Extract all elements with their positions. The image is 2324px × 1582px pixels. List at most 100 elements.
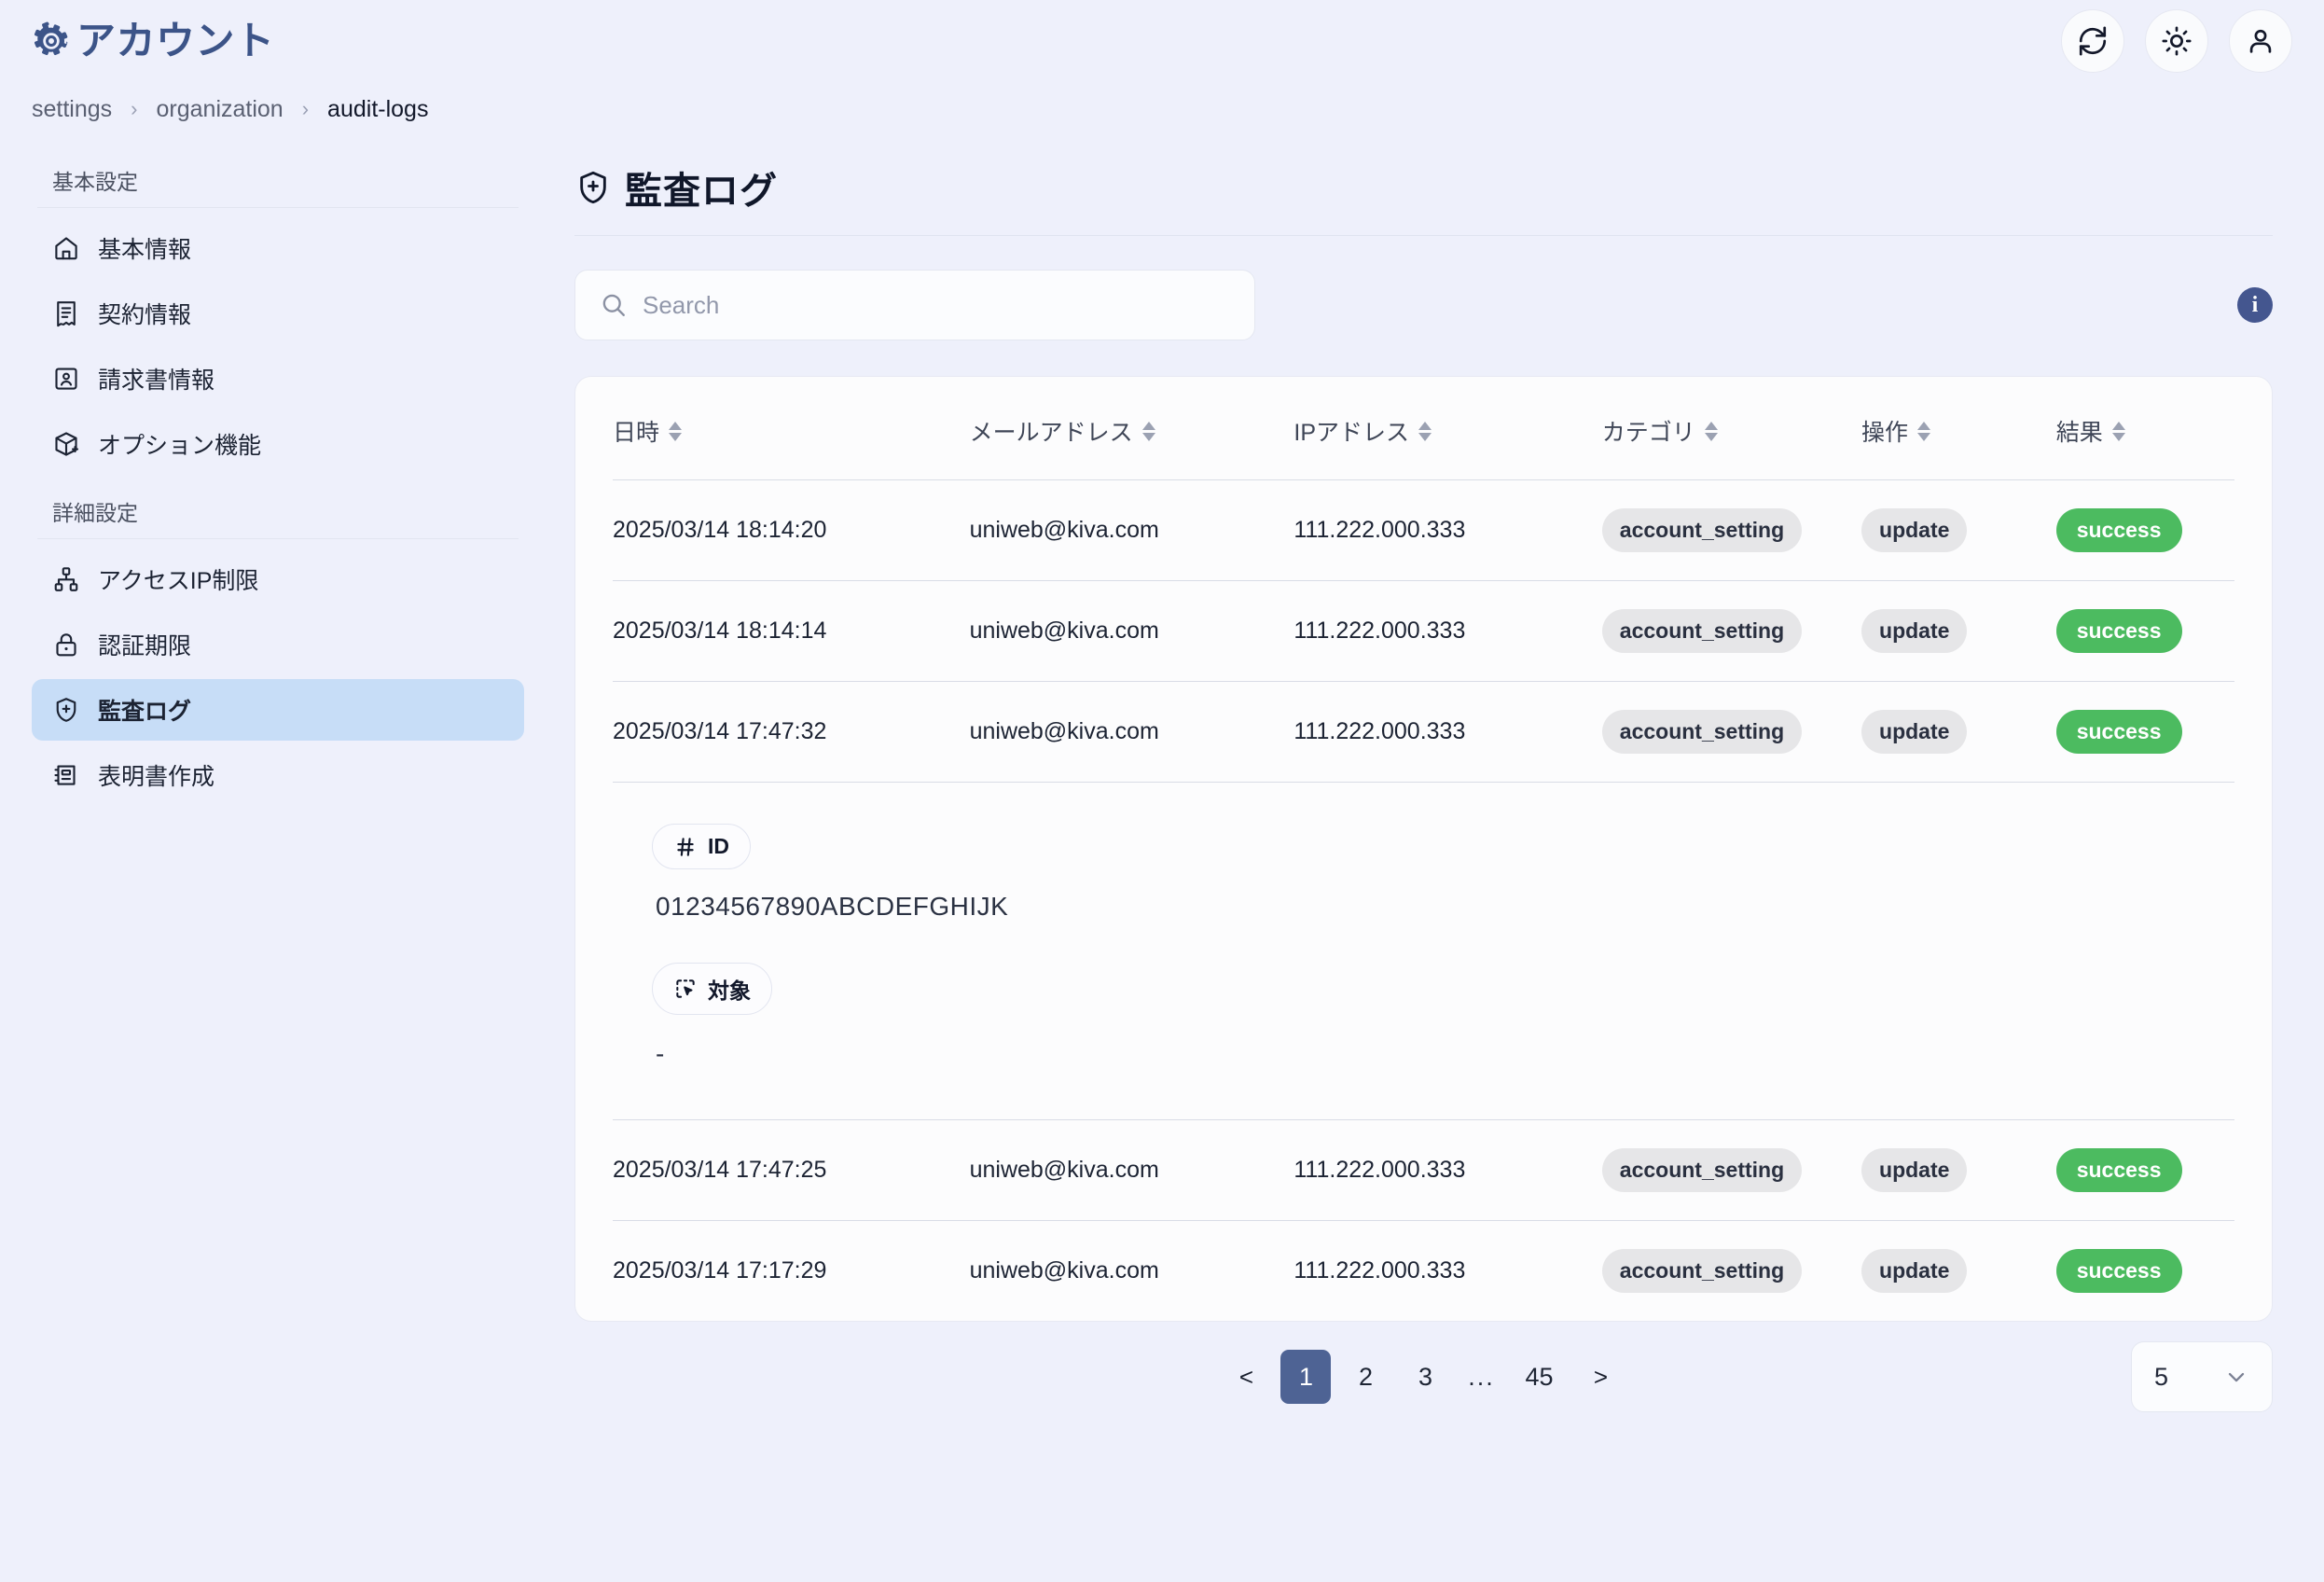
table-row[interactable]: 2025/03/14 17:47:32 uniweb@kiva.com 111.… (613, 681, 2234, 783)
lock-icon (52, 631, 80, 659)
cell-email: uniweb@kiva.com (969, 1257, 1159, 1284)
sidebar-item-access-ip-restriction[interactable]: アクセスIP制限 (32, 548, 524, 610)
page-size-value: 5 (2154, 1362, 2169, 1391)
receipt-icon (52, 299, 80, 327)
page-title-row: 監査ログ (574, 149, 2273, 235)
cell-datetime: 2025/03/14 17:47:25 (613, 1119, 970, 1221)
cell-result: success (2055, 1221, 2234, 1322)
account-button[interactable] (2229, 9, 2292, 73)
sidebar-item-label: 認証期限 (98, 633, 192, 659)
user-icon (2245, 25, 2276, 57)
pagination-ellipsis: ... (1468, 1362, 1495, 1391)
breadcrumb-separator: › (301, 97, 310, 120)
sort-icon[interactable] (1704, 421, 1718, 441)
operation-badge: update (1861, 1148, 1968, 1192)
pagination-row: < 1 2 3 ... 45 > 5 (574, 1327, 2273, 1426)
audit-log-table-card: 日時 メールアドレス IPアドレス カテゴリ 操作 結果 2025/03/14 … (574, 376, 2273, 1322)
sidebar: 基本設定 基本情報 契約情報 請求書情報 オプション機能 詳細設定 アクセスIP… (0, 136, 556, 1582)
table-row-expanded-detail: ID 01234567890ABCDEFGHIJK 対象 - (613, 782, 2234, 1120)
status-badge: success (2055, 508, 2182, 552)
app-title: アカウント (76, 19, 275, 62)
column-header-label: カテゴリ (1601, 420, 1695, 446)
sidebar-item-audit-logs[interactable]: 監査ログ (32, 679, 524, 741)
cell-operation: update (1861, 1221, 2056, 1322)
breadcrumb-separator: › (131, 97, 138, 120)
table-row[interactable]: 2025/03/14 18:14:20 uniweb@kiva.com 111.… (613, 479, 2234, 581)
cell-result: success (2055, 580, 2234, 682)
column-header-operation[interactable]: 操作 (1861, 377, 2056, 480)
sort-icon[interactable] (1418, 421, 1432, 441)
pagination-page-2[interactable]: 2 (1340, 1350, 1390, 1404)
category-badge: account_setting (1601, 1148, 1803, 1192)
cell-category: account_setting (1601, 580, 1862, 682)
sort-icon[interactable] (1917, 421, 1931, 441)
cell-category: account_setting (1601, 1119, 1862, 1221)
column-header-label: メールアドレス (969, 420, 1133, 446)
sidebar-item-basic-info[interactable]: 基本情報 (32, 217, 524, 279)
cell-operation: update (1861, 580, 2056, 682)
sidebar-item-label: オプション機能 (98, 433, 262, 459)
operation-badge: update (1861, 1249, 1968, 1293)
sidebar-item-auth-expiry[interactable]: 認証期限 (32, 614, 524, 675)
column-header-category[interactable]: カテゴリ (1601, 377, 1862, 480)
brand: アカウント (32, 21, 275, 61)
page-size-select[interactable]: 5 (2131, 1341, 2273, 1412)
table-row[interactable]: 2025/03/14 17:47:25 uniweb@kiva.com 111.… (613, 1119, 2234, 1221)
search-input[interactable] (643, 290, 1230, 320)
refresh-button[interactable] (2061, 9, 2124, 73)
table-row[interactable]: 2025/03/14 18:14:14 uniweb@kiva.com 111.… (613, 580, 2234, 682)
column-header-label: 操作 (1861, 420, 1909, 446)
cell-ip: 111.222.000.333 (1293, 1119, 1602, 1221)
pagination-page-3[interactable]: 3 (1400, 1350, 1450, 1404)
breadcrumb-item-organization[interactable]: organization (157, 96, 284, 123)
pagination-page-last[interactable]: 45 (1512, 1350, 1566, 1404)
pagination-next-button[interactable]: > (1576, 1350, 1626, 1404)
column-header-ip[interactable]: IPアドレス (1293, 377, 1602, 480)
breadcrumb: settings › organization › audit-logs (0, 82, 2324, 136)
column-header-datetime[interactable]: 日時 (613, 377, 970, 480)
cell-datetime: 2025/03/14 18:14:14 (613, 580, 970, 682)
status-badge: success (2055, 710, 2182, 754)
info-icon[interactable]: i (2237, 287, 2273, 323)
status-badge: success (2055, 609, 2182, 653)
cell-result: success (2055, 479, 2234, 581)
chevron-down-icon (2223, 1364, 2249, 1390)
sort-icon[interactable] (669, 421, 683, 441)
sidebar-item-label: アクセスIP制限 (98, 568, 259, 594)
network-icon (52, 565, 80, 593)
sidebar-group-label-advanced: 詳細設定 (52, 501, 138, 525)
sort-icon[interactable] (1141, 421, 1155, 441)
sidebar-item-contract-info[interactable]: 契約情報 (32, 283, 524, 344)
status-badge: success (2055, 1249, 2182, 1293)
pagination-page-1[interactable]: 1 (1280, 1350, 1332, 1404)
table-row[interactable]: 2025/03/14 17:17:29 uniweb@kiva.com 111.… (613, 1221, 2234, 1322)
operation-badge: update (1861, 710, 1968, 754)
sort-icon[interactable] (2111, 421, 2125, 441)
audit-log-table: 日時 メールアドレス IPアドレス カテゴリ 操作 結果 2025/03/14 … (613, 377, 2234, 1321)
shield-plus-icon (52, 696, 80, 724)
sidebar-item-option-features[interactable]: オプション機能 (32, 413, 524, 475)
invoice-user-icon (52, 365, 80, 393)
sidebar-item-statement-creation[interactable]: 表明書作成 (32, 744, 524, 806)
column-header-result[interactable]: 結果 (2055, 377, 2234, 480)
search-row: i (574, 270, 2273, 340)
page-title: 監査ログ (625, 171, 778, 212)
sidebar-item-label: 請求書情報 (98, 368, 215, 394)
sun-icon (2161, 25, 2193, 57)
sidebar-item-invoice-info[interactable]: 請求書情報 (32, 348, 524, 409)
sidebar-group-label-basic: 基本設定 (52, 170, 138, 194)
sidebar-item-label: 基本情報 (98, 237, 192, 263)
search-box[interactable] (574, 270, 1255, 340)
column-header-label: 日時 (613, 420, 660, 446)
breadcrumb-item-audit-logs[interactable]: audit-logs (327, 96, 428, 123)
sidebar-item-label: 監査ログ (98, 699, 192, 725)
cell-email: uniweb@kiva.com (969, 681, 1294, 783)
detail-id-label: ID (708, 834, 729, 858)
column-header-label: 結果 (2055, 420, 2103, 446)
cell-ip: 111.222.000.333 (1293, 580, 1602, 682)
gear-icon (32, 21, 71, 61)
pagination-prev-button[interactable]: < (1221, 1350, 1271, 1404)
breadcrumb-item-settings[interactable]: settings (32, 96, 112, 123)
column-header-email[interactable]: メールアドレス (969, 377, 1294, 480)
theme-button[interactable] (2145, 9, 2208, 73)
